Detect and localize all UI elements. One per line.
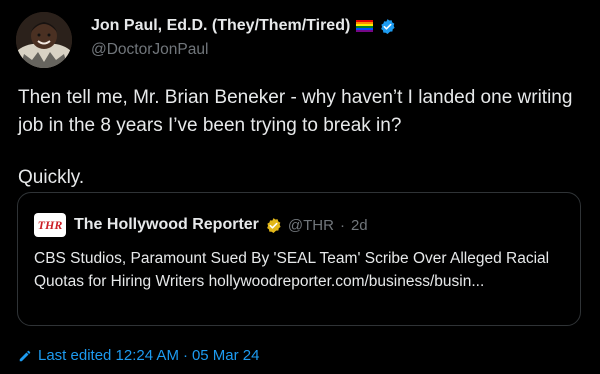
tweet-text-line: Quickly. xyxy=(18,167,85,188)
quoted-author-handle[interactable]: @THR xyxy=(288,217,334,234)
author-handle[interactable]: @DoctorJonPaul xyxy=(91,41,208,59)
blue-verified-icon[interactable] xyxy=(379,18,396,35)
last-edited-date[interactable]: 05 Mar 24 xyxy=(192,347,260,364)
pencil-icon xyxy=(19,350,31,361)
avatar-image xyxy=(16,12,72,68)
quoted-author-name[interactable]: The Hollywood Reporter xyxy=(74,216,259,234)
edit-history-link[interactable]: Last edited 12:24 AM · 05 Mar 24 xyxy=(18,347,259,364)
quoted-tweet-text: CBS Studios, Paramount Sued By 'SEAL Tea… xyxy=(34,250,550,290)
quoted-tweet-card[interactable]: THR The Hollywood Reporter @THR · 2d CBS… xyxy=(17,192,581,326)
thr-logo-avatar[interactable]: THR xyxy=(34,213,66,237)
dot-separator: · xyxy=(182,347,188,364)
author-avatar[interactable] xyxy=(16,12,72,68)
tweet-body: Then tell me, Mr. Brian Beneker - why ha… xyxy=(18,84,588,192)
quoted-tweet-header: THR The Hollywood Reporter @THR · 2d xyxy=(34,213,368,237)
gold-verified-icon xyxy=(267,217,281,233)
tweet-text-line: Then tell me, Mr. Brian Beneker - why ha… xyxy=(18,87,573,136)
author-display-name[interactable]: Jon Paul, Ed.D. (They/Them/Tired) xyxy=(91,17,350,35)
quoted-timestamp[interactable]: 2d xyxy=(351,217,368,234)
dot-separator: · xyxy=(339,216,345,234)
author-name-row: Jon Paul, Ed.D. (They/Them/Tired) xyxy=(91,17,396,35)
last-edited-label[interactable]: Last edited 12:24 AM xyxy=(38,347,179,364)
rainbow-flag-icon xyxy=(356,20,374,32)
